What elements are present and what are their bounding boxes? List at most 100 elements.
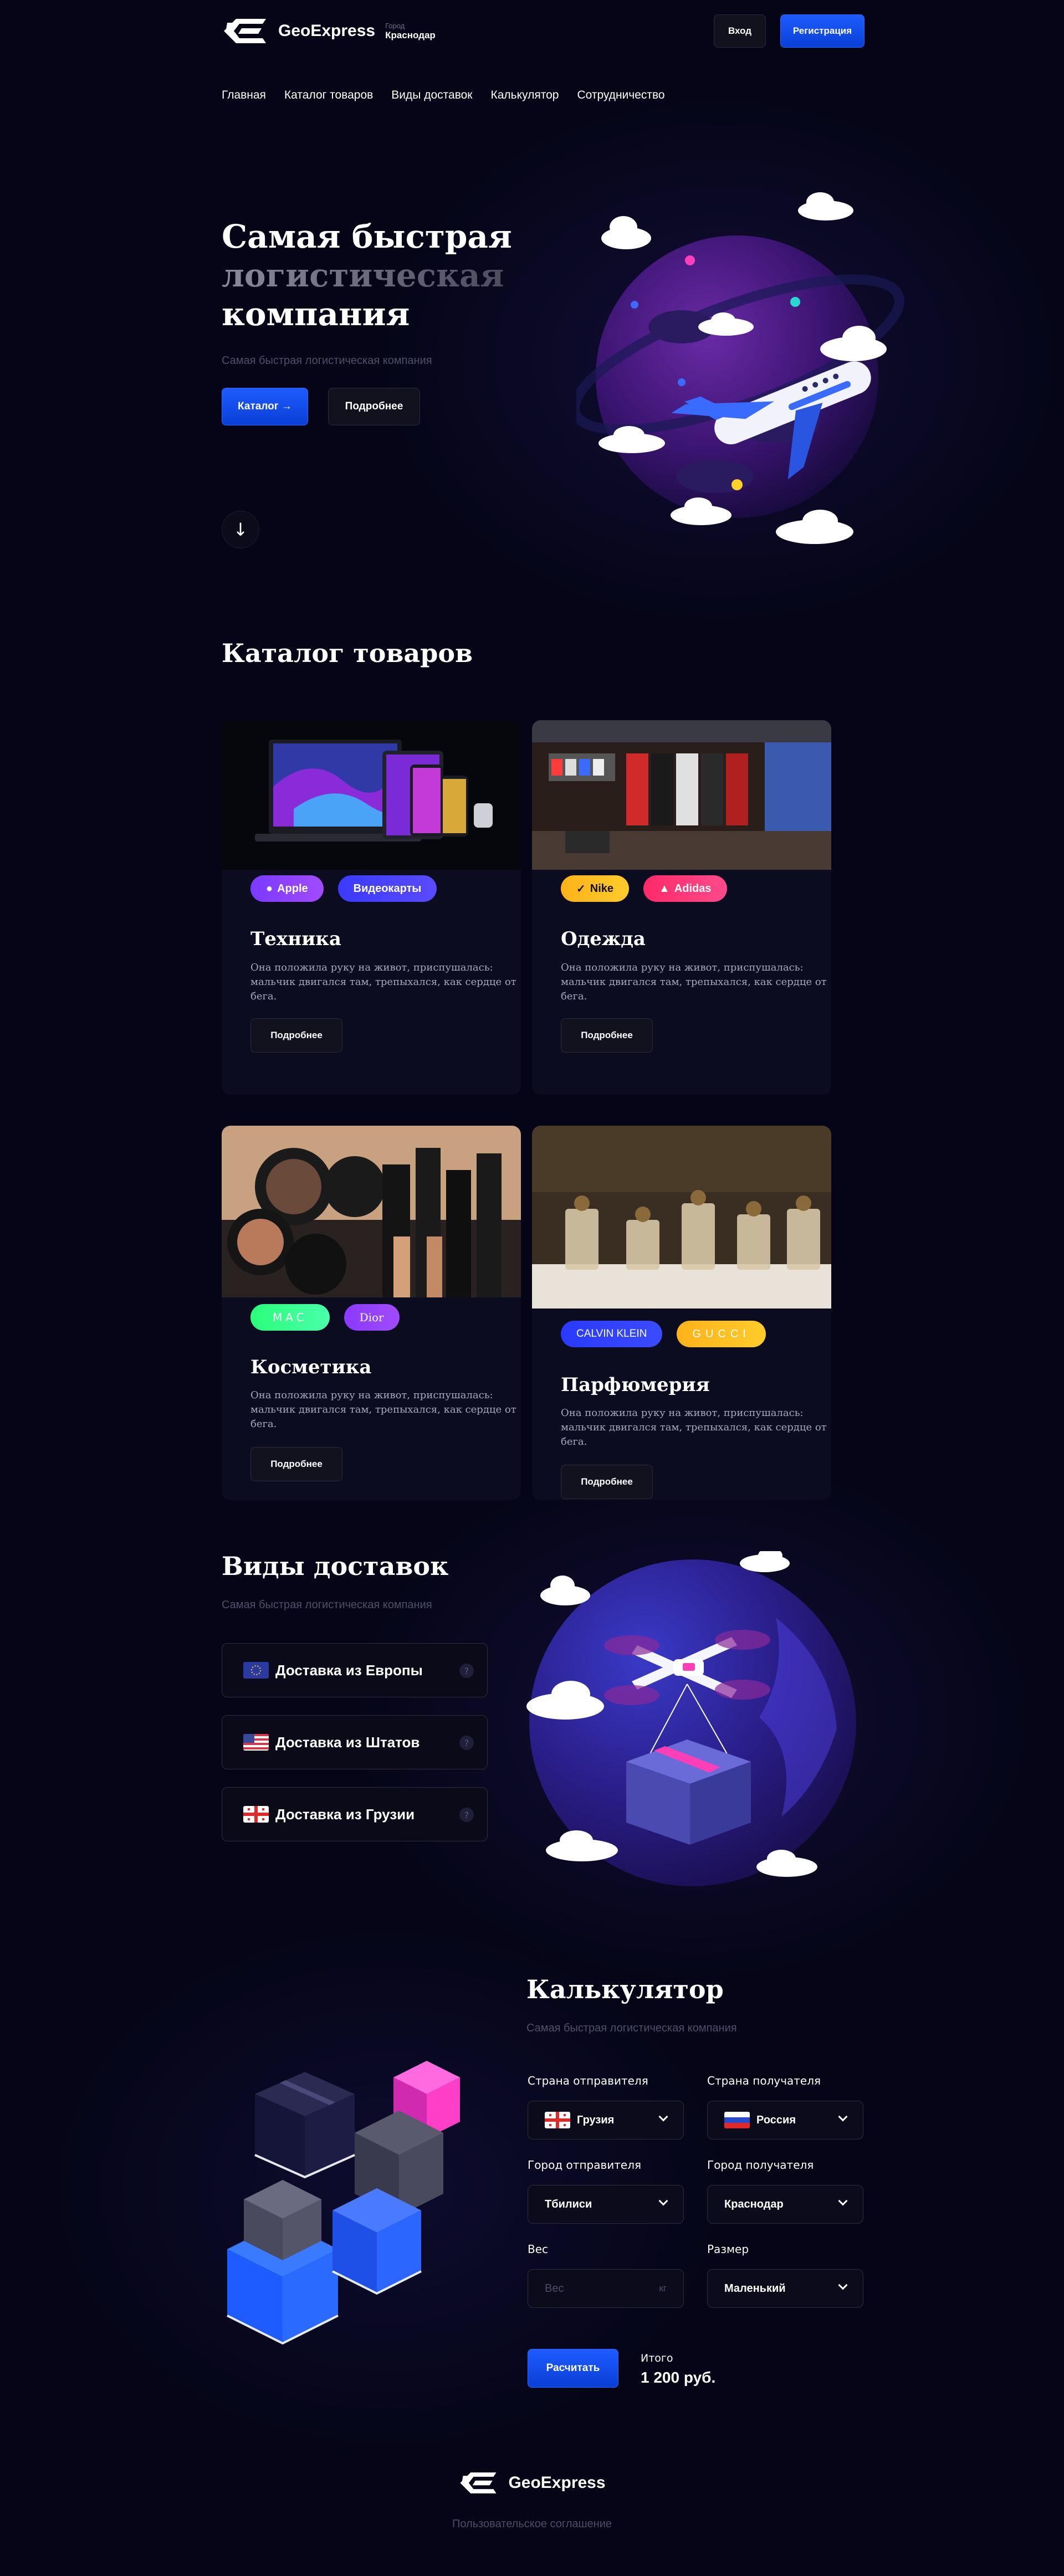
city-name: Краснодар (385, 29, 436, 40)
receiver-country-select[interactable]: Россия (707, 2101, 863, 2139)
card-description: Она положила руку на живот, приспушалась… (250, 1389, 516, 1430)
russia-flag-icon (724, 2112, 750, 2128)
nav-item-delivery[interactable]: Виды доставок (391, 89, 472, 102)
sender-country-select[interactable]: Грузия (528, 2101, 684, 2139)
weight-label: Вес (528, 2243, 549, 2256)
size-select[interactable]: Маленький (707, 2269, 863, 2308)
cosmetics-image (222, 1126, 521, 1297)
chevron-down-icon (838, 2280, 848, 2290)
hero-title-line-3: компания (222, 295, 410, 333)
more-button[interactable]: Подробнее (328, 388, 420, 425)
hero-globe-illustration (576, 192, 904, 544)
logo[interactable]: GeoExpress (222, 17, 375, 45)
us-flag-icon (243, 1734, 269, 1751)
receiver-city-select[interactable]: Краснодар (707, 2185, 863, 2224)
nav-item-home[interactable]: Главная (222, 89, 266, 102)
tag-dior[interactable]: Dior (344, 1304, 400, 1331)
card-more-button[interactable]: Подробнее (250, 1447, 342, 1481)
login-button[interactable]: Вход (714, 14, 766, 48)
logo-icon (224, 19, 266, 43)
footer: GeoExpress (0, 2471, 1064, 2495)
nav-item-partnership[interactable]: Сотрудничество (577, 89, 664, 102)
nav-item-catalog[interactable]: Каталог товаров (284, 89, 373, 102)
perfume-image (532, 1126, 831, 1308)
tag-gpu[interactable]: Видеокарты (337, 875, 437, 902)
eu-flag-icon (243, 1662, 269, 1679)
info-icon[interactable]: ? (459, 1664, 474, 1678)
card-title: Парфюмерия (561, 1374, 710, 1396)
chevron-down-icon (838, 2112, 848, 2122)
apple-icon: ● (266, 882, 273, 895)
scroll-down-button[interactable]: ↓ (222, 511, 259, 548)
boxes-illustration (227, 2061, 460, 2345)
info-icon[interactable]: ? (459, 1736, 474, 1750)
card-title: Косметика (250, 1356, 372, 1378)
card-more-button[interactable]: Подробнее (561, 1465, 653, 1499)
chevron-down-icon (838, 2196, 848, 2206)
weight-input[interactable] (545, 2282, 644, 2295)
weight-field[interactable]: кг (528, 2269, 684, 2308)
hero-title: Самая быстрая логистическая компания (222, 217, 512, 333)
chevron-down-icon (658, 2112, 668, 2122)
card-title: Техника (250, 928, 341, 950)
footer-logo[interactable]: GeoExpress (458, 2471, 606, 2495)
tag-apple[interactable]: ● Apple (250, 875, 324, 902)
drone-globe-illustration (526, 1551, 856, 1886)
delivery-title: Виды доставок (222, 1551, 449, 1581)
register-button[interactable]: Регистрация (780, 14, 864, 48)
receiver-country-label: Страна получателя (707, 2074, 821, 2087)
tag-mac[interactable]: MAC (250, 1304, 330, 1331)
tag-calvin-klein[interactable]: CALVIN KLEIN (561, 1321, 663, 1347)
main-nav: Главная Каталог товаров Виды доставок Ка… (222, 89, 665, 102)
catalog-card-tech[interactable]: ● Apple Видеокарты Техника Она положила р… (222, 720, 521, 1095)
weight-unit: кг (659, 2283, 667, 2293)
arrow-down-icon: ↓ (233, 519, 248, 540)
receiver-city-label: Город получателя (707, 2158, 814, 2172)
brand-name: GeoExpress (278, 22, 376, 40)
card-more-button[interactable]: Подробнее (250, 1018, 342, 1053)
catalog-card-perfume[interactable]: CALVIN KLEIN GUCCI Парфюмерия Она положи… (532, 1126, 831, 1500)
city-selector[interactable]: Город Краснодар (385, 22, 436, 41)
clothes-image (532, 720, 831, 870)
card-description: Она положила руку на живот, приспушалась… (561, 962, 827, 1002)
tag-adidas[interactable]: ▲ Adidas (643, 875, 727, 902)
tech-image (222, 720, 521, 870)
hero-subtitle: Самая быстрая логистическая компания (222, 355, 432, 367)
card-title: Одежда (561, 928, 646, 950)
catalog-title: Каталог товаров (222, 638, 473, 668)
delivery-item-usa[interactable]: Доставка из Штатов ? (222, 1715, 488, 1769)
header: GeoExpress Город Краснодар Вход Регистра… (222, 13, 864, 49)
georgia-flag-icon (243, 1806, 269, 1823)
delivery-item-europe[interactable]: Доставка из Европы ? (222, 1643, 488, 1697)
logo-icon (460, 2472, 497, 2493)
adidas-icon: ▲ (659, 882, 670, 895)
hero-title-line-2: логистическая (222, 256, 512, 295)
user-agreement-link[interactable]: Пользовательское соглашение (0, 2518, 1064, 2531)
calculate-button[interactable]: Расчитать (528, 2349, 618, 2388)
hero-title-line-1: Самая быстрая (222, 218, 512, 255)
delivery-subtitle: Самая быстрая логистическая компания (222, 1599, 432, 1611)
calculator-subtitle: Самая быстрая логистическая компания (526, 2022, 737, 2034)
calculator-title: Калькулятор (526, 1974, 724, 2004)
tag-nike[interactable]: ✓ Nike (561, 875, 630, 902)
sender-city-label: Город отправителя (528, 2158, 642, 2172)
total-value: 1 200 руб. (641, 2369, 716, 2386)
sender-city-select[interactable]: Тбилиси (528, 2185, 684, 2224)
catalog-card-clothes[interactable]: ✓ Nike ▲ Adidas Одежда Она положила руку н… (532, 720, 831, 1095)
delivery-item-georgia[interactable]: Доставка из Грузии ? (222, 1787, 488, 1841)
chevron-down-icon (658, 2196, 668, 2206)
info-icon[interactable]: ? (459, 1808, 474, 1822)
nike-icon: ✓ (576, 882, 586, 895)
nav-item-calculator[interactable]: Калькулятор (491, 89, 559, 102)
tag-gucci[interactable]: GUCCI (677, 1321, 766, 1347)
card-description: Она положила руку на живот, приспушалась… (250, 962, 516, 1002)
card-more-button[interactable]: Подробнее (561, 1018, 653, 1053)
card-description: Она положила руку на живот, приспушалась… (561, 1407, 827, 1448)
city-label: Город (385, 21, 405, 30)
footer-brand: GeoExpress (508, 2474, 606, 2492)
sender-country-label: Страна отправителя (528, 2074, 648, 2087)
catalog-card-cosmetics[interactable]: MAC Dior Косметика Она положила руку на … (222, 1126, 521, 1500)
catalog-button[interactable]: Каталог → (222, 388, 308, 425)
georgia-flag-icon (545, 2112, 570, 2128)
total-label: Итого (641, 2352, 673, 2364)
